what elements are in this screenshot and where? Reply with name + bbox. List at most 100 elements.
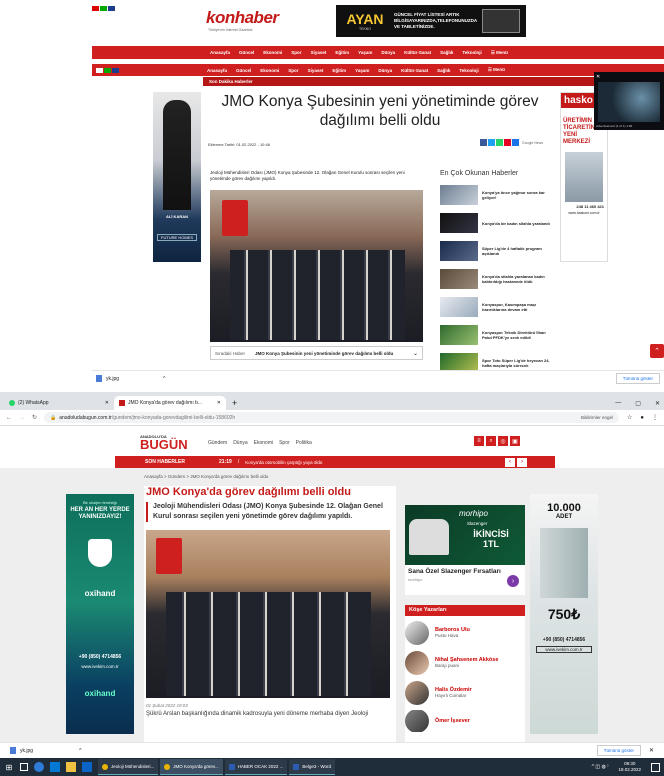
clock[interactable]: 08:30 18.02.2022 <box>618 761 641 773</box>
close-window-icon[interactable]: ✕ <box>655 400 660 407</box>
chevron-right-icon[interactable]: › <box>507 575 519 587</box>
camera-icon[interactable]: ▣ <box>510 436 520 446</box>
notifications-blocked[interactable]: Bildirimler engel <box>581 415 613 420</box>
nav-gundem[interactable]: Gündem <box>208 440 227 446</box>
nav-egitim[interactable]: Eğitim <box>335 50 349 55</box>
nav-ekonomi[interactable]: Ekonomi <box>254 440 273 446</box>
profile-icon[interactable]: ● <box>640 415 644 421</box>
nav-saglik[interactable]: Sağlık <box>440 50 453 55</box>
sticky-nav-guncel[interactable]: Güncel <box>236 68 251 73</box>
google-news-link[interactable]: Google News <box>522 141 543 145</box>
ticker-headline[interactable]: Konya'da otomobilin çarptığı yaya öldü <box>245 460 322 465</box>
columnist-item[interactable]: Nihal Şahsenem Akköse Barajı puanı <box>405 650 525 676</box>
most-read-item[interactable]: Süper Lig'de 4 haftalık program açıkland… <box>440 240 552 262</box>
explorer-icon[interactable] <box>66 762 76 772</box>
sticky-nav-teknoloji[interactable]: Teknoloji <box>459 68 478 73</box>
sticky-nav-dunya[interactable]: Dünya <box>378 68 392 73</box>
forward-icon[interactable]: → <box>19 415 25 421</box>
instagram-icon[interactable]: ◎ <box>498 436 508 446</box>
columnist-item[interactable]: Barboros Ulu Pustu Hava <box>405 620 525 646</box>
taskbar-app-word-2[interactable]: Belge3 - Word <box>289 759 336 775</box>
pinterest-icon[interactable] <box>504 139 511 146</box>
most-read-item[interactable]: Konya'ya önce yağmur sonra kar geliyor! <box>440 184 552 206</box>
chevron-up-icon[interactable]: ^ <box>79 748 81 754</box>
breaking-news-bar[interactable]: Son Dakika Haberler <box>203 77 595 86</box>
menu-icon[interactable]: ≡ <box>474 436 484 446</box>
sticky-nav-saglik[interactable]: Sağlık <box>437 68 450 73</box>
oxihand-left-ad[interactable]: Bir oksijen ferahlığı HER AN HER YERDE Y… <box>66 494 134 734</box>
system-tray-icons[interactable]: ^ ◫ ◍ ⁾ <box>592 764 609 770</box>
sticky-nav-ekonomi[interactable]: Ekonomi <box>260 68 279 73</box>
nav-ekonomi[interactable]: Ekonomi <box>263 50 282 55</box>
tab-whatsapp[interactable]: (2) WhatsApp ✕ <box>4 396 114 410</box>
sticky-nav-yasam[interactable]: Yaşam <box>355 68 369 73</box>
bugun-logo[interactable]: ANADOLU'DA BUGÜN <box>140 434 188 451</box>
nav-spor[interactable]: Spor <box>291 50 301 55</box>
print-icon[interactable] <box>512 139 519 146</box>
sticky-nav-kultur[interactable]: Kültür-Sanat <box>401 68 428 73</box>
nav-menu[interactable]: ☰ Menü <box>491 50 508 56</box>
most-read-item[interactable]: Konya'da bir kadın silahla yaralandı <box>440 212 552 234</box>
download-filename[interactable]: yk.jpg <box>106 376 119 382</box>
store-icon[interactable] <box>50 762 60 772</box>
new-tab-icon[interactable]: + <box>232 398 237 408</box>
scroll-top-icon[interactable]: ⌃ <box>650 344 664 358</box>
notification-center-icon[interactable] <box>651 762 660 772</box>
most-read-item[interactable]: Konya'da silahla yaralanan kadın kaldırı… <box>440 268 552 290</box>
task-view-icon[interactable] <box>20 763 28 771</box>
download-filename[interactable]: yk.jpg <box>20 748 33 754</box>
nav-yasam[interactable]: Yaşam <box>358 50 372 55</box>
ayan-ad-banner[interactable]: AYAN TEKNO GÜNCEL FİYAT LİSTESİ ARTIK Bİ… <box>336 5 526 37</box>
close-icon[interactable]: ✕ <box>596 74 600 80</box>
most-read-item[interactable]: Konyaspor, Kasımpaşa maçı hazırlıklarına… <box>440 296 552 318</box>
whatsapp-icon[interactable] <box>496 139 503 146</box>
twitter-icon[interactable] <box>488 139 495 146</box>
nav-kultur[interactable]: Kültür-Sanat <box>404 50 431 55</box>
article-photo[interactable] <box>210 190 423 342</box>
konhaber-logo[interactable]: konhaber Türkiye'nin İnternet Gazetesi <box>206 8 286 32</box>
close-icon[interactable]: ✕ <box>649 747 654 754</box>
nav-teknoloji[interactable]: Teknoloji <box>462 50 481 55</box>
columnist-item[interactable]: Halis Özdemir Hayırlı Cumalar <box>405 680 525 706</box>
nav-dunya[interactable]: Dünya <box>233 440 247 446</box>
columnist-item[interactable]: Ömer İşsever <box>405 710 525 732</box>
nav-siyaset[interactable]: Siyaset <box>311 50 327 55</box>
reload-icon[interactable]: ↻ <box>32 414 37 421</box>
taskbar-app-word-1[interactable]: HABER OCAK 2022 ... <box>224 759 288 775</box>
nav-spor[interactable]: Spor <box>279 440 290 446</box>
address-bar[interactable]: 🔒 anadoludabugun.com.tr/gundem/jmo-konya… <box>44 412 619 423</box>
morhipo-ad[interactable]: morhipo Slazenger İKİNCİSİ 1TL Sana Özel… <box>405 505 525 595</box>
windows-start-icon[interactable]: ⊞ <box>4 762 14 772</box>
ivekim-right-ad[interactable]: 10.000 ADET 750₺ +90 (850) 4714856 www.i… <box>530 494 598 734</box>
edge-icon[interactable] <box>34 762 44 772</box>
facebook-icon[interactable] <box>480 139 487 146</box>
chevron-up-icon[interactable]: ^ <box>163 376 165 382</box>
sticky-nav-anasayfa[interactable]: Anasayfa <box>207 68 227 73</box>
show-all-button[interactable]: Tümünü göster <box>596 745 641 756</box>
nav-guncel[interactable]: Güncel <box>239 50 254 55</box>
close-icon[interactable]: ✕ <box>217 400 221 406</box>
mail-icon[interactable] <box>82 762 92 772</box>
sticky-nav-menu[interactable]: ☰ Menü <box>488 67 505 73</box>
next-article-select[interactable]: Sıradaki Haber JMO Konya Şubesinin yeni … <box>210 346 423 360</box>
ticker-next-icon[interactable]: › <box>517 457 527 467</box>
sticky-nav-siyaset[interactable]: Siyaset <box>308 68 324 73</box>
left-skyscraper-ad[interactable]: ALİ KARAN FUTURE HOMES <box>153 92 201 262</box>
article-photo[interactable] <box>146 530 390 698</box>
taskbar-app-chrome-2[interactable]: JMO Konya'da görev... <box>160 759 223 775</box>
back-icon[interactable]: ← <box>6 415 12 421</box>
taskbar-app-chrome-1[interactable]: Jeoloji Mühendisleri... <box>98 759 159 775</box>
nav-politika[interactable]: Politika <box>296 440 312 446</box>
nav-anasayfa[interactable]: Anasayfa <box>210 50 230 55</box>
most-read-item[interactable]: Konyaspor Teknik Direktörü İlhan Palut P… <box>440 324 552 346</box>
show-all-button[interactable]: Tümünü göster <box>615 373 660 384</box>
sticky-nav-egitim[interactable]: Eğitim <box>332 68 346 73</box>
close-icon[interactable]: ✕ <box>105 400 109 406</box>
language-flags[interactable] <box>92 6 116 11</box>
nav-dunya[interactable]: Dünya <box>381 50 395 55</box>
breadcrumb[interactable]: Anasayfa > Gündem > JMO Konya'da görev d… <box>144 474 268 479</box>
tab-active-article[interactable]: JMO Konya'da görev dağılımı b... ✕ <box>114 396 226 410</box>
ticker-prev-icon[interactable]: ‹ <box>505 457 515 467</box>
sticky-nav-spor[interactable]: Spor <box>288 68 298 73</box>
minimize-icon[interactable]: — <box>615 400 621 406</box>
